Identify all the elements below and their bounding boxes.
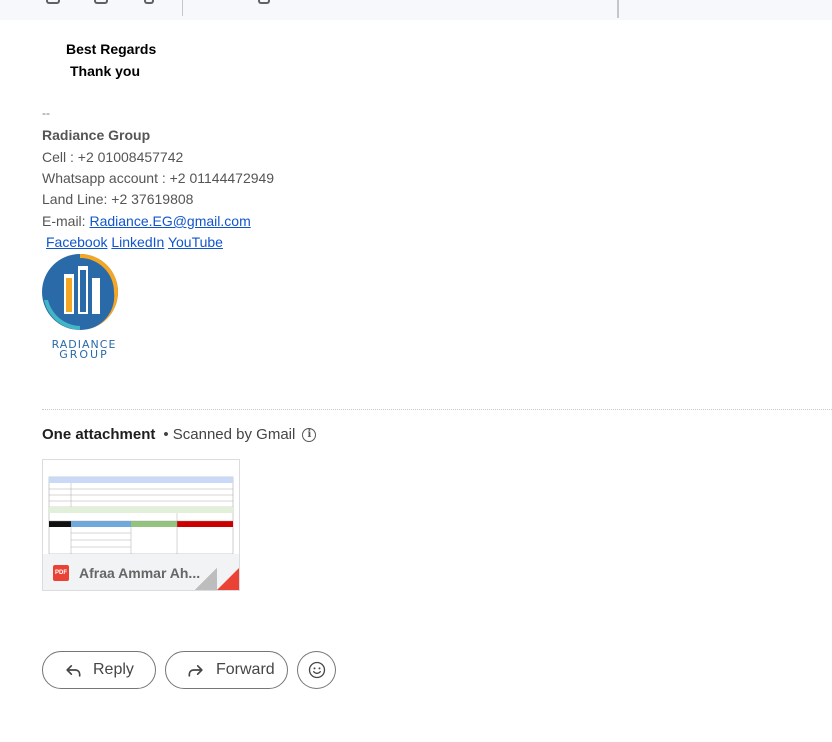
toolbar-strip: [0, 0, 832, 20]
thanks-text: Thank you: [70, 63, 141, 79]
logo-text-line2: GROUP: [59, 348, 109, 361]
emoji-reaction-button[interactable]: [297, 651, 336, 689]
email-link[interactable]: Radiance.EG@gmail.com: [89, 213, 250, 229]
attachment-thumbnail: [43, 460, 239, 554]
company-name: Radiance Group: [42, 127, 151, 143]
forward-icon: [188, 665, 203, 677]
attachments-title: One attachment: [42, 426, 156, 443]
toolbar-separator: [182, 0, 183, 16]
pdf-icon: PDF: [53, 565, 69, 581]
forward-label: Forward: [216, 661, 275, 678]
toolbar-icon[interactable]: [46, 0, 60, 4]
social-links: Facebook LinkedIn YouTube: [46, 234, 223, 250]
page-fold-icon: [195, 568, 217, 590]
email-line: E-mail: Radiance.EG@gmail.com: [42, 213, 251, 229]
attachment-name[interactable]: Afraa Ammar Ah...: [79, 565, 200, 581]
cell-number: Cell : +2 01008457742: [42, 149, 184, 165]
toolbar-icon[interactable]: [258, 0, 270, 4]
pane-separator: [617, 0, 619, 18]
info-icon[interactable]: i: [302, 427, 317, 442]
attachments-header: One attachment • Scanned by Gmail i: [42, 426, 317, 443]
toolbar-icon[interactable]: [94, 0, 108, 4]
emoji-icon: [308, 661, 325, 679]
signature-dash: --: [42, 106, 50, 120]
facebook-link[interactable]: Facebook: [46, 234, 107, 250]
page-fold-corner: [217, 568, 239, 590]
whatsapp-number: Whatsapp account : +2 01144472949: [42, 170, 275, 186]
linkedin-link[interactable]: LinkedIn: [111, 234, 164, 250]
email-label: E-mail:: [42, 213, 90, 229]
radiance-group-logo: RADIANCE GROUP: [42, 254, 118, 361]
forward-button[interactable]: Forward: [165, 651, 288, 689]
greeting-text: Best Regards: [66, 41, 157, 57]
scanned-label: • Scanned by Gmail: [163, 426, 296, 443]
reply-button[interactable]: Reply: [42, 651, 156, 689]
youtube-link[interactable]: YouTube: [168, 234, 223, 250]
toolbar-icon[interactable]: [144, 0, 154, 4]
reply-label: Reply: [93, 661, 134, 678]
landline-number: Land Line: +2 37619808: [42, 191, 194, 207]
reply-icon: [66, 665, 81, 677]
attachments-divider: [42, 409, 832, 410]
attachment-card[interactable]: PDF Afraa Ammar Ah...: [42, 459, 240, 591]
